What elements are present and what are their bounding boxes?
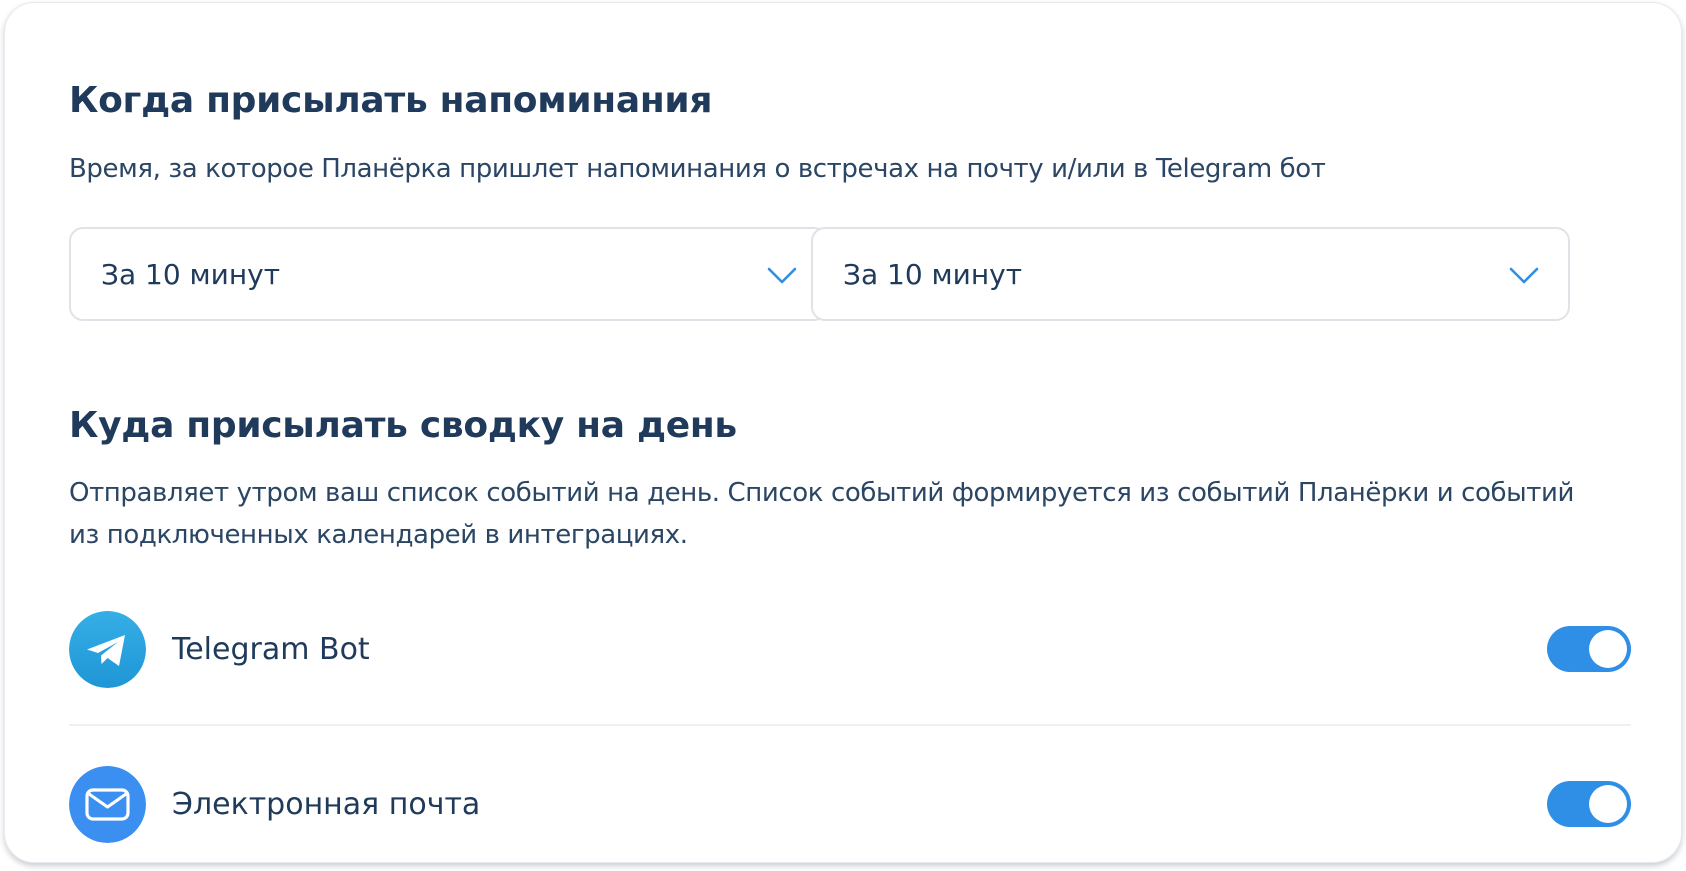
channel-label-email: Электронная почта [172,787,481,822]
digest-description: Отправляет утром ваш список событий на д… [69,478,1574,550]
channel-row-email: Электронная почта [69,766,1631,846]
channel-row-telegram: Telegram Bot [69,611,1631,691]
reminder-time-select-2[interactable]: За 10 минут [811,227,1570,321]
reminders-subtitle: Время, за которое Планёрка пришлет напом… [69,154,1326,184]
mail-icon [69,766,146,843]
settings-card: Когда присылать напоминания Время, за ко… [4,2,1682,863]
telegram-toggle[interactable] [1547,626,1631,672]
chevron-down-icon [767,267,797,284]
email-toggle[interactable] [1547,781,1631,827]
toggle-knob [1589,630,1627,668]
reminder-time-value-2: За 10 минут [843,258,1023,291]
telegram-icon [69,611,146,688]
reminders-title: Когда присылать напоминания [69,80,713,121]
reminder-time-value-1: За 10 минут [101,258,281,291]
channel-label-telegram: Telegram Bot [172,632,370,667]
toggle-knob [1589,785,1627,823]
channel-divider [69,724,1631,726]
reminder-time-select-1[interactable]: За 10 минут [69,227,828,321]
digest-title: Куда присылать сводку на день [69,405,737,446]
chevron-down-icon [1509,267,1539,284]
